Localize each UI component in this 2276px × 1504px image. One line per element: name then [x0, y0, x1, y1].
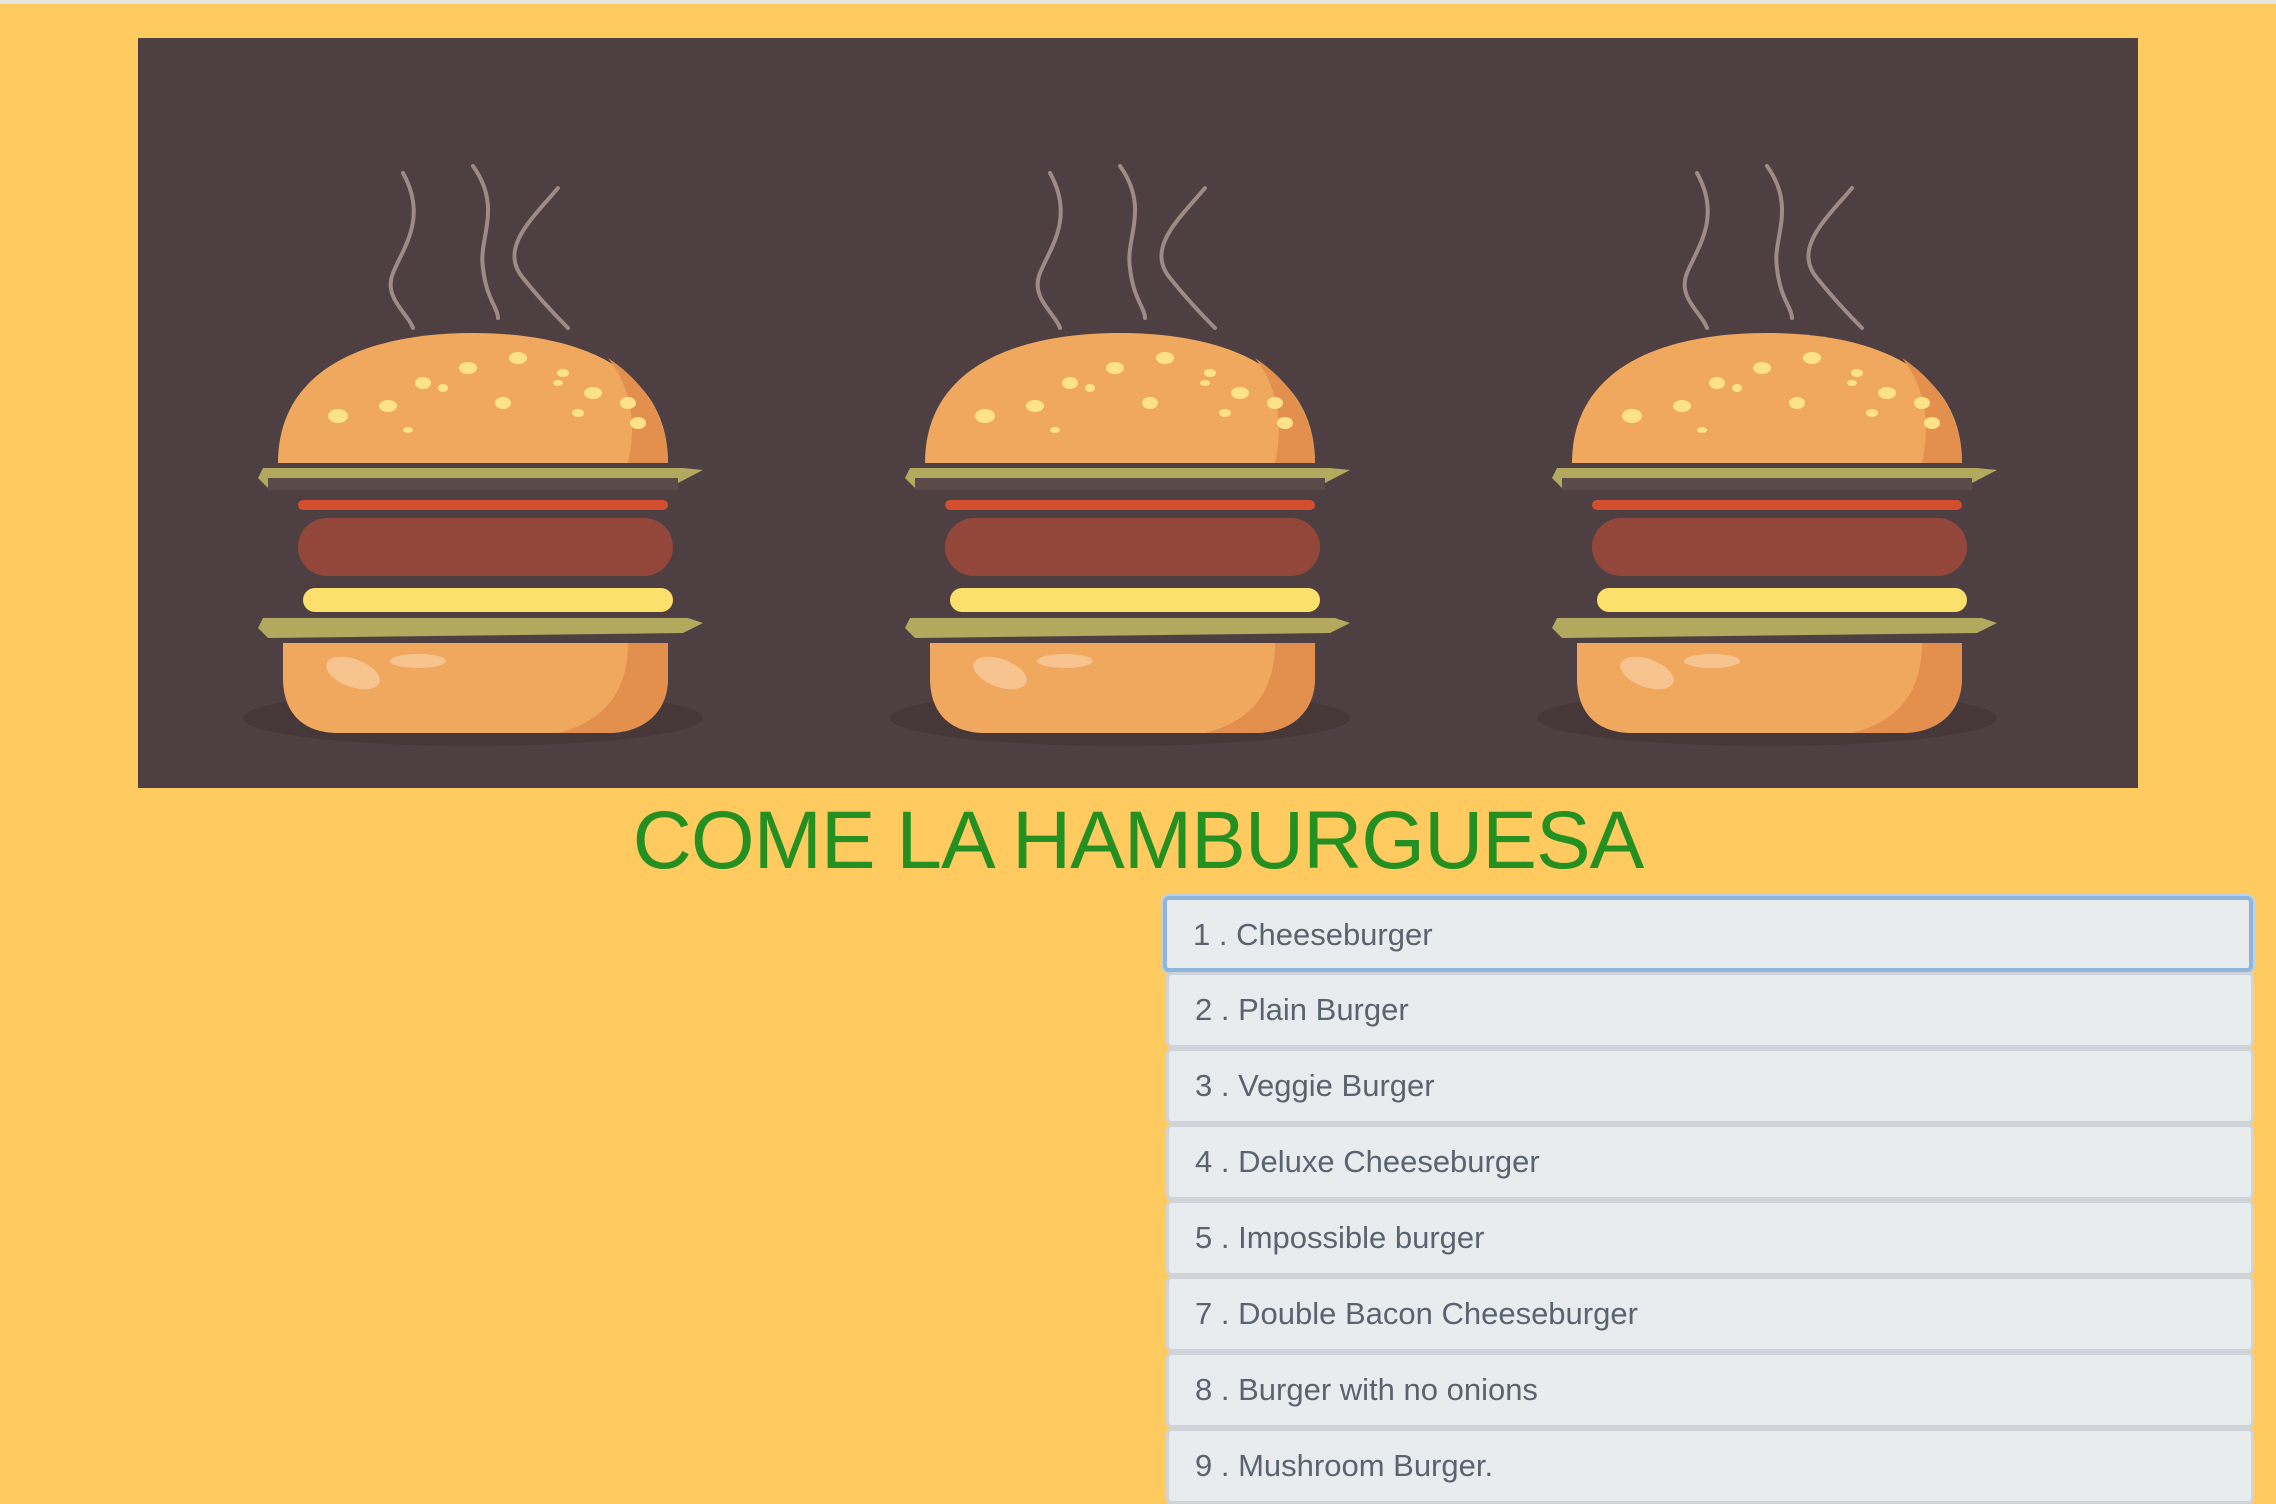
- burger-banner-illustration: [241, 164, 1999, 748]
- list-item-number: 7: [1195, 1296, 1213, 1331]
- list-item-label: Burger with no onions: [1238, 1372, 1538, 1407]
- list-item-veggie-burger[interactable]: 3 . Veggie Burger: [1166, 1048, 2254, 1124]
- top-border: [0, 0, 2276, 4]
- list-item-number: 3: [1195, 1068, 1213, 1103]
- list-item-label: Deluxe Cheeseburger: [1238, 1144, 1540, 1179]
- list-item-cheeseburger[interactable]: 1 . Cheeseburger: [1163, 896, 2253, 972]
- list-item-mushroom-burger[interactable]: 9 . Mushroom Burger.: [1166, 1428, 2254, 1504]
- list-item-number: 8: [1195, 1372, 1213, 1407]
- list-item-number: 9: [1195, 1448, 1213, 1483]
- list-item-label: Cheeseburger: [1236, 917, 1433, 952]
- page-title: COME LA HAMBURGUESA: [632, 795, 1645, 886]
- list-item-label: Plain Burger: [1238, 992, 1409, 1027]
- list-item-impossible-burger[interactable]: 5 . Impossible burger: [1166, 1200, 2254, 1276]
- list-item-label: Impossible burger: [1238, 1220, 1485, 1255]
- list-item-label: Veggie Burger: [1238, 1068, 1435, 1103]
- list-item-number: 2: [1195, 992, 1213, 1027]
- list-item-plain-burger[interactable]: 2 . Plain Burger: [1166, 972, 2254, 1048]
- list-item-burger-no-onions[interactable]: 8 . Burger with no onions: [1166, 1352, 2254, 1428]
- hero-banner: [138, 38, 2138, 788]
- list-item-label: Double Bacon Cheeseburger: [1238, 1296, 1638, 1331]
- list-item-number: 5: [1195, 1220, 1213, 1255]
- list-item-deluxe-cheeseburger[interactable]: 4 . Deluxe Cheeseburger: [1166, 1124, 2254, 1200]
- list-item-number: 1: [1193, 917, 1211, 952]
- list-item-number: 4: [1195, 1144, 1213, 1179]
- burger-list: 1 . Cheeseburger 2 . Plain Burger 3 . Ve…: [1163, 896, 2254, 1504]
- list-item-double-bacon-cheeseburger[interactable]: 7 . Double Bacon Cheeseburger: [1166, 1276, 2254, 1352]
- list-item-label: Mushroom Burger.: [1238, 1448, 1494, 1483]
